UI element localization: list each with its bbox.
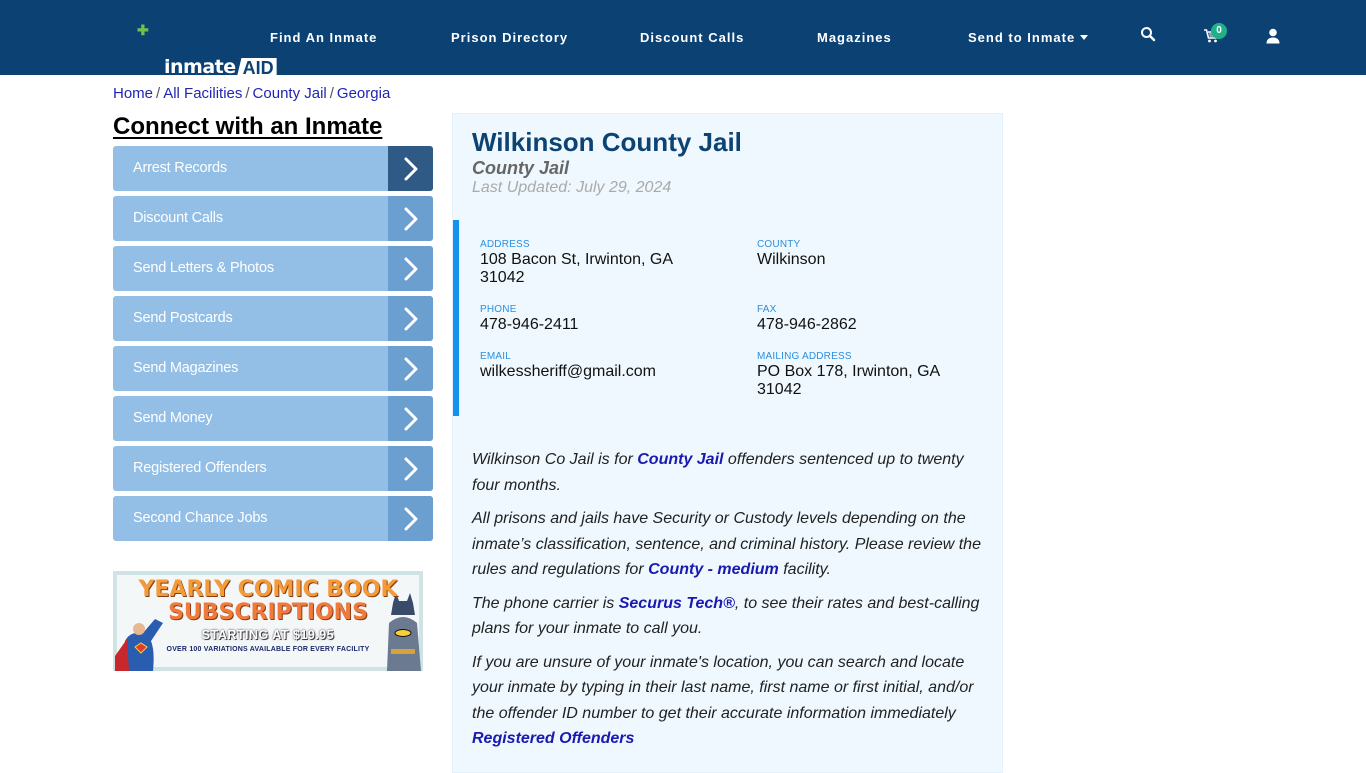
menu-item-label: Second Chance Jobs: [133, 510, 268, 526]
description-text: facility.: [778, 561, 831, 578]
facility-info-block: ADDRESS 108 Bacon St, Irwinton, GA 31042…: [453, 220, 1004, 416]
menu-item-send-postcards[interactable]: Send Postcards: [113, 296, 433, 341]
connect-with-inmate-heading: Connect with an Inmate: [113, 113, 383, 140]
email-value[interactable]: wilkessheriff@gmail.com: [480, 363, 710, 381]
chevron-right-icon: [388, 446, 433, 491]
menu-item-label: Registered Offenders: [133, 460, 267, 476]
description-text: Wilkinson Co Jail is for: [472, 451, 638, 468]
breadcrumb: Home / All Facilities / County Jail / Georgia: [113, 85, 390, 102]
description-paragraph: If you are unsure of your inmate's locat…: [472, 650, 992, 752]
chevron-right-icon: [388, 396, 433, 441]
menu-item-registered-offenders[interactable]: Registered Offenders: [113, 446, 433, 491]
facility-name: Wilkinson County Jail: [472, 127, 742, 157]
chevron-right-icon: [388, 346, 433, 391]
chevron-right-icon: [388, 246, 433, 291]
breadcrumb-separator: /: [156, 85, 161, 102]
menu-item-label: Send Magazines: [133, 360, 239, 376]
breadcrumb-home[interactable]: Home: [113, 85, 153, 102]
menu-item-label: Send Postcards: [133, 310, 233, 326]
chevron-right-icon: [388, 296, 433, 341]
chevron-right-icon: [388, 146, 433, 191]
connect-menu: Arrest Records Discount Calls Send Lette…: [113, 146, 433, 546]
description-text: If you are unsure of your inmate's locat…: [472, 653, 974, 722]
county-jail-link[interactable]: County Jail: [637, 451, 723, 468]
county-field: COUNTY Wilkinson: [757, 239, 987, 269]
menu-item-second-chance-jobs[interactable]: Second Chance Jobs: [113, 496, 433, 541]
facility-type: County Jail: [472, 158, 570, 178]
menu-item-arrest-records[interactable]: Arrest Records: [113, 146, 433, 191]
banner-price: STARTING AT $19.95: [201, 628, 335, 642]
logo-badge: AID: [236, 58, 277, 78]
caret-down-icon: [1080, 35, 1089, 40]
fax-field: FAX 478-946-2862: [757, 304, 987, 334]
last-updated: Last Updated: July 29, 2024: [472, 179, 672, 196]
phone-label: PHONE: [480, 304, 517, 315]
address-label: ADDRESS: [480, 239, 530, 250]
search-icon[interactable]: [1140, 26, 1160, 46]
facility-description: Wilkinson Co Jail is for County Jail off…: [472, 447, 992, 760]
nav-send-to-inmate-label: Send to Inmate: [968, 30, 1076, 45]
county-value: Wilkinson: [757, 251, 826, 268]
description-paragraph: Wilkinson Co Jail is for County Jail off…: [472, 447, 992, 498]
logo-text: inmate: [164, 56, 236, 78]
menu-item-label: Send Money: [133, 410, 213, 426]
breadcrumb-county-jail[interactable]: County Jail: [253, 85, 327, 102]
county-label: COUNTY: [757, 239, 801, 250]
banner-title-line1: YEARLY COMIC BOOK: [138, 577, 398, 602]
nav-prison-directory[interactable]: Prison Directory: [451, 30, 568, 45]
top-navbar: inmate AID ✚ Find An Inmate Prison Direc…: [0, 0, 1366, 78]
menu-item-send-money[interactable]: Send Money: [113, 396, 433, 441]
breadcrumb-all-facilities[interactable]: All Facilities: [163, 85, 242, 102]
mailing-address-field: MAILING ADDRESS PO Box 178, Irwinton, GA…: [757, 351, 987, 399]
description-paragraph: All prisons and jails have Security or C…: [472, 506, 992, 583]
fax-value: 478-946-2862: [757, 316, 857, 333]
chevron-right-icon: [388, 196, 433, 241]
email-label: EMAIL: [480, 351, 512, 362]
description-text: The phone carrier is: [472, 594, 619, 612]
securus-tech-link[interactable]: Securus Tech®: [619, 595, 735, 612]
breadcrumb-separator: /: [329, 85, 334, 102]
email-field: EMAIL wilkessheriff@gmail.com: [480, 351, 710, 381]
breadcrumb-separator: /: [245, 85, 250, 102]
menu-item-label: Arrest Records: [133, 160, 227, 176]
registered-offenders-link[interactable]: Registered Offenders: [472, 730, 634, 747]
address-field: ADDRESS 108 Bacon St, Irwinton, GA 31042: [480, 239, 710, 287]
chevron-right-icon: [388, 496, 433, 541]
phone-field: PHONE 478-946-2411: [480, 304, 710, 334]
comic-subscription-banner[interactable]: YEARLY COMIC BOOK SUBSCRIPTIONS STARTING…: [113, 571, 423, 671]
menu-item-label: Discount Calls: [133, 210, 223, 226]
mailing-address-value: PO Box 178, Irwinton, GA 31042: [757, 363, 940, 398]
cart-count-badge: 0: [1211, 23, 1227, 39]
banner-title-line2: SUBSCRIPTIONS: [168, 600, 368, 625]
facility-card: Wilkinson County Jail County Jail Last U…: [452, 113, 1003, 773]
nav-discount-calls[interactable]: Discount Calls: [640, 30, 744, 45]
address-value: 108 Bacon St, Irwinton, GA 31042: [480, 251, 673, 286]
county-medium-link[interactable]: County - medium: [648, 561, 779, 578]
menu-item-discount-calls[interactable]: Discount Calls: [113, 196, 433, 241]
menu-item-label: Send Letters & Photos: [133, 260, 274, 276]
fax-label: FAX: [757, 304, 777, 315]
user-icon[interactable]: [1266, 28, 1286, 48]
breadcrumb-georgia[interactable]: Georgia: [337, 85, 390, 102]
menu-item-send-letters-photos[interactable]: Send Letters & Photos: [113, 246, 433, 291]
phone-value[interactable]: 478-946-2411: [480, 316, 710, 334]
mailing-address-label: MAILING ADDRESS: [757, 351, 852, 362]
nav-magazines[interactable]: Magazines: [817, 30, 892, 45]
banner-subtext: OVER 100 VARIATIONS AVAILABLE FOR EVERY …: [166, 646, 370, 653]
description-paragraph: The phone carrier is Securus Tech®, to s…: [472, 591, 992, 642]
inmateaid-logo[interactable]: inmate AID ✚: [82, 22, 277, 78]
nav-find-an-inmate[interactable]: Find An Inmate: [270, 30, 377, 45]
menu-item-send-magazines[interactable]: Send Magazines: [113, 346, 433, 391]
nav-send-to-inmate[interactable]: Send to Inmate: [968, 30, 1089, 45]
logo-plus-icon: ✚: [137, 22, 149, 38]
